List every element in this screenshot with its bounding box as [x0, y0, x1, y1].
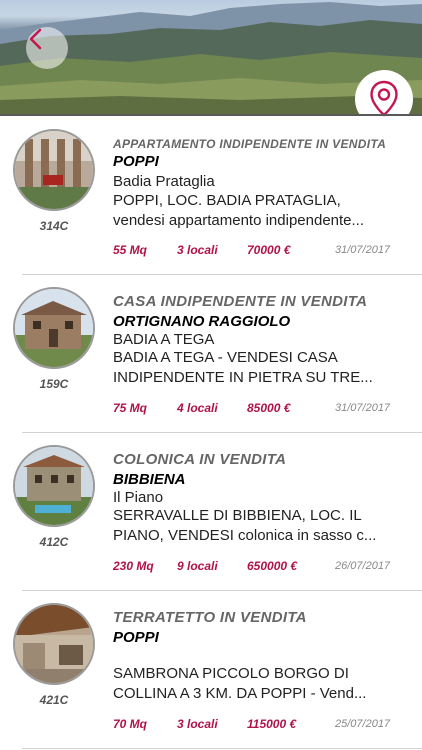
description-line: POPPI, LOC. BADIA PRATAGLIA,	[113, 192, 341, 209]
listing-price: 650000 €	[247, 559, 298, 573]
map-pin-icon	[370, 80, 398, 117]
listing-price: 85000 €	[247, 401, 291, 415]
listing-town: BIBBIENA	[113, 471, 186, 488]
listing-area: 55 Mq	[113, 243, 148, 257]
listing-item[interactable]: 159C CASA INDIPENDENTE IN VENDITA ORTIGN…	[0, 275, 422, 433]
listing-town: POPPI	[113, 629, 159, 646]
chevron-left-icon	[29, 28, 42, 50]
listing-description: BADIA A TEGA - VENDESI CASA INDIPENDENTE…	[113, 348, 411, 388]
listing-locality: Il Piano	[113, 489, 164, 506]
property-photo	[15, 447, 93, 525]
listing-type: TERRATETTO IN VENDITA	[113, 609, 307, 626]
listing-area: 230 Mq	[113, 559, 154, 573]
listing-price: 115000 €	[247, 717, 297, 731]
description-line: SERRAVALLE DI BIBBIENA, LOC. IL	[113, 507, 362, 524]
listing-description: SERRAVALLE DI BIBBIENA, LOC. IL PIANO, V…	[113, 506, 411, 546]
listing-area: 70 Mq	[113, 717, 148, 731]
description-line: BADIA A TEGA - VENDESI CASA	[113, 349, 338, 366]
listing-item[interactable]: 421C TERRATETTO IN VENDITA POPPI SAMBRON…	[0, 591, 422, 749]
listing-type: COLONICA IN VENDITA	[113, 451, 287, 468]
listing-separator	[22, 748, 422, 749]
listing-type: APPARTAMENTO INDIPENDENTE IN VENDITA	[113, 137, 387, 151]
listing-code: 412C	[39, 535, 69, 549]
listing-date: 31/07/2017	[335, 244, 391, 256]
listing-price: 70000 €	[247, 243, 291, 257]
description-line: SAMBRONA PICCOLO BORGO DI	[113, 665, 349, 682]
listing-item[interactable]: 314C APPARTAMENTO INDIPENDENTE IN VENDIT…	[0, 117, 422, 275]
listing-rooms: 3 locali	[177, 243, 218, 257]
listing-thumbnail	[13, 287, 95, 369]
listing-rooms: 3 locali	[177, 717, 218, 731]
listing-code: 421C	[39, 693, 69, 707]
listing-area: 75 Mq	[113, 401, 148, 415]
listing-item[interactable]: 412C COLONICA IN VENDITA BIBBIENA Il Pia…	[0, 433, 422, 591]
description-line: PIANO, VENDESI colonica in sasso c...	[113, 527, 377, 544]
listing-date: 31/07/2017	[335, 402, 391, 414]
listing-date: 25/07/2017	[335, 718, 391, 730]
header-divider	[0, 114, 422, 116]
back-button[interactable]	[26, 27, 68, 69]
description-line: vendesi appartamento indipendente...	[113, 212, 365, 229]
listing-code: 159C	[39, 377, 69, 391]
listing-thumbnail	[13, 445, 95, 527]
listing-locality: BADIA A TEGA	[113, 331, 215, 348]
listing-rooms: 9 locali	[177, 559, 218, 573]
description-line: INDIPENDENTE IN PIETRA SU TRE...	[113, 369, 373, 386]
listing-type: CASA INDIPENDENTE IN VENDITA	[113, 293, 368, 310]
property-photo	[15, 289, 93, 367]
listing-description: POPPI, LOC. BADIA PRATAGLIA, vendesi app…	[113, 191, 411, 231]
listing-locality: Badia Prataglia	[113, 173, 215, 190]
listing-town: POPPI	[113, 153, 159, 170]
listing-thumbnail	[13, 129, 95, 211]
listing-code: 314C	[39, 219, 69, 233]
description-line: COLLINA A 3 KM. DA POPPI - Vend...	[113, 685, 367, 702]
listing-date: 26/07/2017	[335, 560, 391, 572]
property-photo	[15, 605, 93, 683]
listing-town: ORTIGNANO RAGGIOLO	[113, 313, 291, 330]
listing-rooms: 4 locali	[177, 401, 218, 415]
listing-description: SAMBRONA PICCOLO BORGO DI COLLINA A 3 KM…	[113, 664, 411, 704]
listing-thumbnail	[13, 603, 95, 685]
property-photo	[15, 131, 93, 209]
